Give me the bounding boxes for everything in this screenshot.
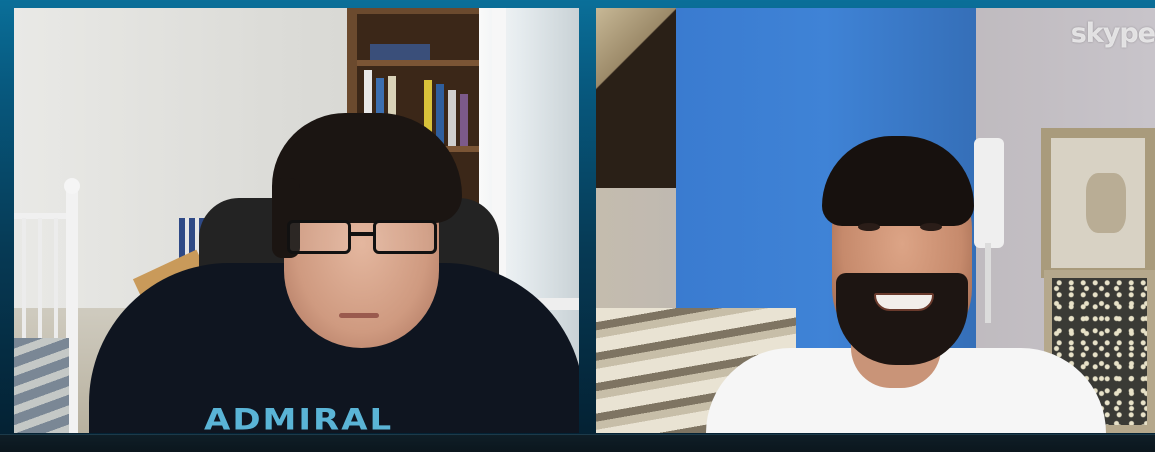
shirt-print: ADMIRAL bbox=[204, 403, 394, 433]
glasses-bridge bbox=[349, 232, 375, 236]
call-control-bar bbox=[0, 434, 1155, 452]
intercom-cord bbox=[985, 243, 991, 323]
bed-post-knob bbox=[64, 178, 80, 194]
person-mouth bbox=[874, 293, 934, 311]
ceiling-light bbox=[596, 8, 686, 118]
video-call-window: ADMIRAL skype bbox=[0, 0, 1155, 452]
person-eye-left bbox=[858, 223, 880, 231]
shelf-board bbox=[357, 60, 497, 66]
video-feed-left[interactable]: ADMIRAL bbox=[14, 8, 579, 433]
eyeglasses bbox=[287, 220, 442, 256]
book bbox=[460, 94, 468, 146]
glasses-lens-left bbox=[287, 220, 351, 254]
picture-art bbox=[1086, 173, 1126, 233]
person-eye-right bbox=[920, 223, 942, 231]
skype-watermark: skype bbox=[1070, 18, 1155, 49]
book bbox=[448, 90, 456, 146]
video-feed-right[interactable]: skype bbox=[596, 8, 1155, 433]
wall-intercom bbox=[974, 138, 1004, 248]
bed-blanket bbox=[14, 338, 69, 433]
person-mouth bbox=[339, 313, 379, 318]
book bbox=[370, 44, 430, 60]
glasses-lens-right bbox=[373, 220, 437, 254]
